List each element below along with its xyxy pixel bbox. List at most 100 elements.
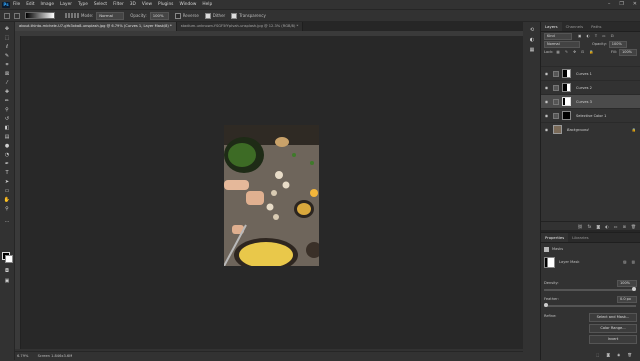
layer-fill-field[interactable]: 100% (619, 48, 637, 56)
more-tools-icon[interactable]: … (3, 218, 11, 224)
opacity-field[interactable]: 100% (149, 11, 169, 20)
tab-document-1[interactable]: about-thinto-michele-U7-gYo3xka8-unsplas… (15, 22, 177, 31)
gradient-tool-icon-sidebar[interactable]: ▤ (3, 134, 11, 140)
layer-row-selective-color-1[interactable]: ◉ Selective Color 1 (541, 108, 640, 122)
delete-layer-icon[interactable]: 🗑 (631, 224, 636, 229)
reflected-gradient-icon[interactable] (74, 13, 76, 18)
layer-row-background[interactable]: ◉ Background 🔒 (541, 122, 640, 136)
screen-mode-icon[interactable]: ▣ (3, 278, 11, 284)
menu-filter[interactable]: Filter (113, 2, 124, 7)
background-color-swatch[interactable] (5, 255, 13, 263)
background-thumbnail[interactable] (553, 125, 562, 134)
menu-type[interactable]: Type (78, 2, 88, 7)
eraser-tool-icon[interactable]: ◧ (3, 125, 11, 131)
transparency-checkbox[interactable] (231, 12, 238, 19)
invert-button[interactable]: Invert (589, 335, 637, 344)
visibility-eye-icon[interactable]: ◉ (544, 127, 549, 132)
layer-name[interactable]: Curves 2 (576, 86, 592, 90)
new-group-icon[interactable]: ▭ (614, 224, 618, 229)
home-icon[interactable] (4, 12, 10, 19)
tab-layers[interactable]: Layers (541, 22, 562, 31)
move-tool-icon[interactable]: ✥ (3, 26, 11, 32)
history-brush-icon[interactable]: ↺ (3, 116, 11, 122)
density-slider-handle[interactable] (632, 287, 636, 291)
layer-mask-thumbnail[interactable] (562, 69, 571, 78)
blur-tool-icon[interactable]: ● (3, 143, 11, 149)
menu-edit[interactable]: Edit (26, 2, 34, 7)
tab-libraries[interactable]: Libraries (568, 233, 592, 242)
tab-paths[interactable]: Paths (587, 22, 605, 31)
select-and-mask-button[interactable]: Select and Mask... (589, 313, 637, 322)
zoom-readout[interactable]: 6.79% (17, 354, 28, 358)
lock-icon[interactable]: 🔒 (632, 128, 636, 132)
close-icon[interactable]: ✕ (633, 1, 637, 7)
menu-3d[interactable]: 3D (130, 2, 136, 7)
quick-select-tool-icon[interactable]: ✎ (3, 53, 11, 59)
layer-name[interactable]: Curves 3 (576, 100, 592, 104)
menu-select[interactable]: Select (94, 2, 107, 7)
tab-properties[interactable]: Properties (541, 233, 569, 242)
density-slider[interactable] (544, 287, 636, 291)
visibility-eye-icon[interactable]: ◉ (544, 113, 549, 118)
menu-plugins[interactable]: Plugins (158, 2, 173, 7)
dodge-tool-icon[interactable]: ◔ (3, 152, 11, 158)
density-field[interactable]: 100% (617, 279, 637, 287)
visibility-eye-icon[interactable]: ◉ (544, 99, 549, 104)
layer-name[interactable]: Curves 1 (576, 72, 592, 76)
history-panel-icon[interactable]: ⟲ (528, 27, 536, 33)
quick-mask-icon[interactable]: ◘ (3, 268, 11, 274)
restore-icon[interactable]: ❐ (619, 1, 623, 7)
gradient-tool-icon[interactable] (14, 12, 20, 19)
minimize-icon[interactable]: – (608, 1, 611, 7)
hand-tool-icon[interactable]: ✋ (3, 197, 11, 203)
properties-footer-icons[interactable]: ⬚ ◙ ◉ 🗑 (593, 351, 638, 359)
brush-tool-icon[interactable]: ✏ (3, 98, 11, 104)
visibility-eye-icon[interactable]: ◉ (544, 71, 549, 76)
diamond-gradient-icon[interactable] (77, 13, 79, 18)
menu-layer[interactable]: Layer (60, 2, 72, 7)
healing-brush-icon[interactable]: ✚ (3, 89, 11, 95)
radial-gradient-icon[interactable] (68, 13, 70, 18)
blend-mode-select[interactable]: Normal (544, 40, 580, 48)
tab-document-2[interactable]: stadium-unknown-YSGF5fYpIvah-unsplash.jp… (176, 22, 304, 31)
frame-tool-icon[interactable]: ⊠ (3, 71, 11, 77)
zoom-tool-icon[interactable]: ⚲ (3, 206, 11, 212)
layer-opacity-field[interactable]: 100% (608, 40, 627, 48)
layer-name[interactable]: Selective Color 1 (576, 114, 606, 118)
feather-slider-handle[interactable] (544, 303, 548, 307)
linear-gradient-icon[interactable] (65, 13, 67, 18)
path-select-icon[interactable]: ➤ (3, 179, 11, 185)
mode-select[interactable]: Normal (96, 11, 125, 20)
feather-field[interactable]: 0.0 px (617, 295, 637, 303)
pen-tool-icon[interactable]: ✒ (3, 161, 11, 167)
rectangle-tool-icon[interactable]: ▭ (3, 188, 11, 194)
layer-row-curves-3[interactable]: ◉ Curves 3 (541, 94, 640, 108)
layer-mask-thumbnail[interactable] (562, 111, 571, 120)
layer-mask-thumbnail[interactable] (562, 97, 571, 106)
angle-gradient-icon[interactable] (71, 13, 73, 18)
new-layer-icon[interactable]: ⊞ (623, 224, 626, 229)
lasso-tool-icon[interactable]: ℓ (3, 44, 11, 50)
fx-icon[interactable]: fx (588, 224, 592, 229)
mask-thumbnail[interactable] (544, 256, 555, 268)
visibility-eye-icon[interactable]: ◉ (544, 85, 549, 90)
menu-view[interactable]: View (142, 2, 152, 7)
menu-image[interactable]: Image (41, 2, 54, 7)
layer-kind-filter[interactable]: Kind (544, 32, 572, 40)
clone-stamp-icon[interactable]: ⚲ (3, 107, 11, 113)
filter-icons[interactable]: ▣ ◐ T ▭ ⊡ (578, 34, 616, 38)
mask-mode-icons[interactable]: ▨ ▥ (623, 260, 637, 264)
add-mask-icon[interactable]: ◙ (596, 224, 600, 229)
lock-icons[interactable]: ▦ ✎ ✥ ⊡ 🔒 (556, 50, 595, 54)
swatches-panel-icon[interactable]: ▦ (528, 47, 536, 53)
type-tool-icon[interactable]: T (3, 170, 11, 176)
crop-tool-icon[interactable]: ⌗ (3, 62, 11, 68)
reverse-checkbox[interactable] (174, 12, 181, 19)
color-range-button[interactable]: Color Range... (589, 324, 637, 333)
menu-window[interactable]: Window (179, 2, 196, 7)
link-layers-icon[interactable]: ⛓ (578, 224, 583, 229)
gradient-preview[interactable] (25, 12, 55, 19)
menu-file[interactable]: File (13, 2, 20, 7)
layer-name[interactable]: Background (567, 128, 589, 132)
marquee-tool-icon[interactable]: ⬚ (3, 35, 11, 41)
